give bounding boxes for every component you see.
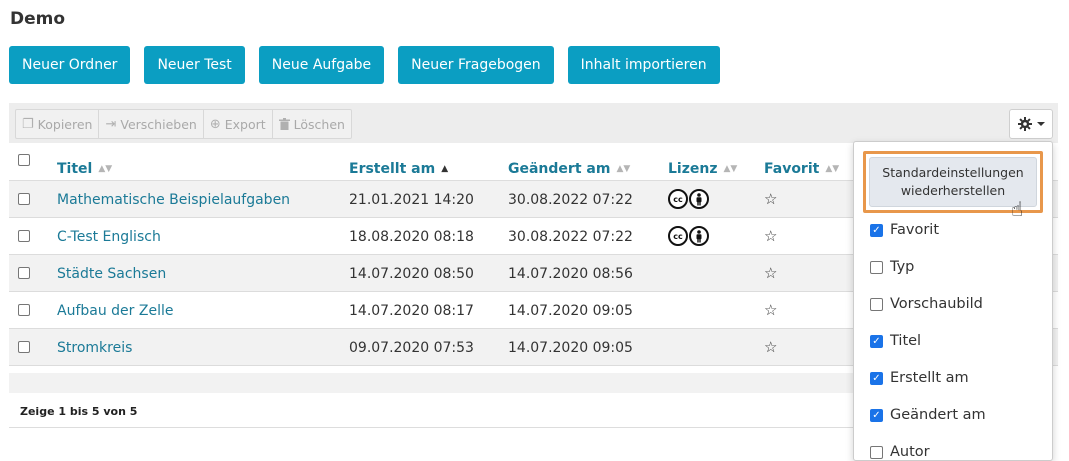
select-all-checkbox[interactable] — [18, 154, 30, 166]
page-title: Demo — [10, 9, 66, 29]
copy-button[interactable]: ❐ Kopieren — [16, 110, 100, 138]
column-option-label: Erstellt am — [890, 370, 969, 386]
column-header-modified[interactable]: Geändert am ▲▼ — [508, 161, 630, 177]
cc-icon: cc — [668, 189, 688, 209]
column-option-label: Typ — [890, 259, 915, 275]
row-modified-date: 30.08.2022 07:22 — [508, 229, 633, 245]
row-checkbox[interactable] — [18, 267, 30, 279]
divider — [9, 427, 859, 428]
column-option[interactable]: ✓ Titel — [870, 333, 921, 349]
column-license-label: Lizenz — [668, 161, 718, 177]
reset-label-line1: Standardeinstellungen — [882, 165, 1024, 180]
favorite-star-icon[interactable]: ☆ — [764, 338, 777, 356]
bulk-actions-group: ❐ Kopieren ⇥ Verschieben ⊕ Export Lösche… — [15, 109, 352, 139]
favorite-star-icon[interactable]: ☆ — [764, 264, 777, 282]
column-option[interactable]: Vorschaubild — [870, 296, 983, 312]
column-option-checkbox[interactable]: ✓ — [870, 408, 883, 422]
column-option-checkbox[interactable]: ✓ — [870, 334, 883, 348]
chevron-down-icon — [1036, 122, 1045, 126]
column-settings-button[interactable] — [1009, 109, 1053, 139]
new-task-button[interactable]: Neue Aufgabe — [258, 46, 385, 84]
row-modified-date: 14.07.2020 09:05 — [508, 340, 633, 356]
move-button[interactable]: ⇥ Verschieben — [99, 110, 204, 138]
column-option[interactable]: Typ — [870, 259, 914, 275]
gear-icon — [1017, 117, 1032, 131]
new-test-button[interactable]: Neuer Test — [144, 46, 245, 84]
import-content-button[interactable]: Inhalt importieren — [567, 46, 720, 84]
column-option[interactable]: ✓ Favorit — [870, 222, 939, 238]
column-option-checkbox[interactable]: ✓ — [870, 223, 883, 237]
column-header-favorite[interactable]: Favorit ▲▼ — [764, 161, 839, 177]
row-created-date: 21.01.2021 14:20 — [349, 192, 474, 208]
new-folder-button[interactable]: Neuer Ordner — [9, 46, 131, 84]
row-title-link[interactable]: Aufbau der Zelle — [57, 303, 173, 319]
row-checkbox[interactable] — [18, 193, 30, 205]
row-created-date: 14.07.2020 08:17 — [349, 303, 474, 319]
row-modified-date: 14.07.2020 09:05 — [508, 303, 633, 319]
column-favorite-label: Favorit — [764, 161, 820, 177]
row-checkbox[interactable] — [18, 304, 30, 316]
export-button[interactable]: ⊕ Export — [204, 110, 273, 138]
cc-by-license-icon: cc — [668, 189, 709, 209]
row-created-date: 09.07.2020 07:53 — [349, 340, 474, 356]
row-modified-date: 14.07.2020 08:56 — [508, 266, 633, 282]
column-header-created[interactable]: Erstellt am ▲ — [349, 161, 448, 177]
column-option[interactable]: ✓ Erstellt am — [870, 370, 969, 386]
column-created-label: Erstellt am — [349, 161, 436, 177]
row-title-link[interactable]: Städte Sachsen — [57, 266, 166, 282]
hand-cursor-icon: ☝ — [1011, 197, 1024, 221]
column-option-checkbox[interactable] — [870, 260, 883, 274]
column-settings-menu: Standardeinstellungen wiederherstellen ☝… — [853, 141, 1053, 461]
row-created-date: 14.07.2020 08:50 — [349, 266, 474, 282]
column-option-label: Geändert am — [890, 407, 986, 423]
row-created-date: 18.08.2020 08:18 — [349, 229, 474, 245]
cc-icon: cc — [668, 226, 688, 246]
download-icon: ⊕ — [209, 116, 221, 132]
pagination-summary: Zeige 1 bis 5 von 5 — [20, 405, 138, 418]
favorite-star-icon[interactable]: ☆ — [764, 301, 777, 319]
column-option-checkbox[interactable] — [870, 445, 883, 459]
column-option-label: Autor — [890, 444, 930, 460]
row-title-link[interactable]: C-Test Englisch — [57, 229, 161, 245]
column-option-checkbox[interactable] — [870, 297, 883, 311]
column-option-label: Favorit — [890, 222, 940, 238]
sort-icon: ▲▼ — [616, 164, 631, 174]
copy-label: Kopieren — [37, 116, 93, 132]
favorite-star-icon[interactable]: ☆ — [764, 190, 777, 208]
sort-icon: ▲▼ — [825, 164, 840, 174]
delete-button[interactable]: Löschen — [273, 110, 351, 138]
row-title-link[interactable]: Stromkreis — [57, 340, 132, 356]
new-questionnaire-button[interactable]: Neuer Fragebogen — [398, 46, 554, 84]
column-title-label: Titel — [57, 161, 93, 177]
column-option[interactable]: Autor — [870, 444, 930, 460]
row-checkbox[interactable] — [18, 230, 30, 242]
move-icon: ⇥ — [105, 116, 117, 132]
table-bottom-bar — [9, 373, 859, 393]
copy-icon: ❐ — [22, 116, 34, 132]
column-option-label: Vorschaubild — [890, 296, 983, 312]
move-label: Verschieben — [120, 116, 197, 132]
action-buttons: Neuer Ordner Neuer Test Neue Aufgabe Neu… — [9, 46, 720, 84]
row-checkbox[interactable] — [18, 341, 30, 353]
sort-ascending-icon: ▲ — [441, 164, 449, 174]
column-modified-label: Geändert am — [508, 161, 611, 177]
delete-label: Löschen — [293, 116, 345, 132]
table-toolbar: ❐ Kopieren ⇥ Verschieben ⊕ Export Lösche… — [9, 103, 1058, 143]
column-option[interactable]: ✓ Geändert am — [870, 407, 986, 423]
row-title-link[interactable]: Mathematische Beispielaufgaben — [57, 192, 290, 208]
attribution-icon — [689, 189, 709, 209]
column-option-label: Titel — [890, 333, 922, 349]
trash-icon — [278, 118, 290, 130]
attribution-icon — [689, 226, 709, 246]
column-header-license[interactable]: Lizenz ▲▼ — [668, 161, 737, 177]
export-label: Export — [224, 116, 266, 132]
column-option-checkbox[interactable]: ✓ — [870, 371, 883, 385]
sort-icon: ▲▼ — [723, 164, 738, 174]
cc-by-license-icon: cc — [668, 226, 709, 246]
row-modified-date: 30.08.2022 07:22 — [508, 192, 633, 208]
favorite-star-icon[interactable]: ☆ — [764, 227, 777, 245]
sort-icon: ▲▼ — [98, 164, 113, 174]
column-header-title[interactable]: Titel ▲▼ — [57, 161, 112, 177]
